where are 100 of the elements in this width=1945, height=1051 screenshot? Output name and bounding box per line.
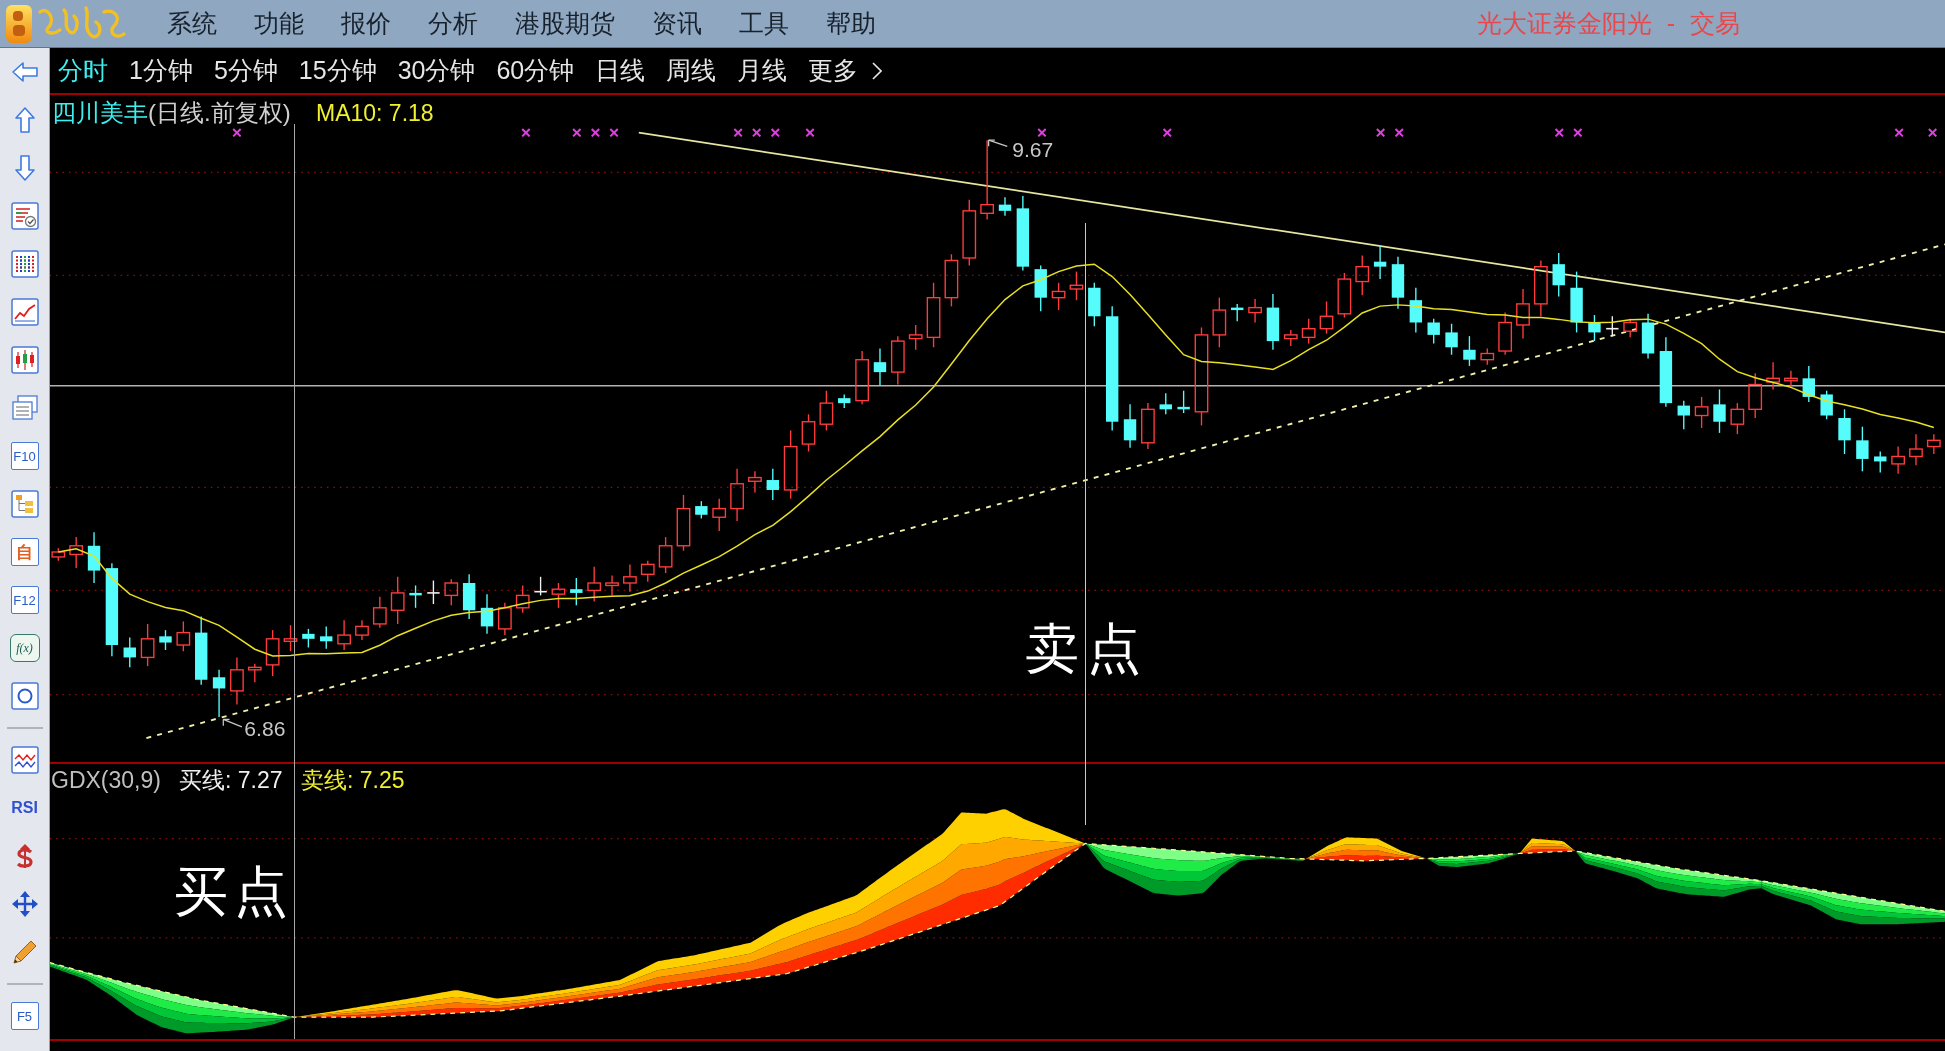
- candlestick: [320, 625, 333, 650]
- period-tab[interactable]: 月线: [737, 58, 788, 83]
- candlestick: [1283, 329, 1298, 347]
- candlestick: [623, 563, 637, 593]
- period-tab[interactable]: 1分钟: [129, 58, 193, 83]
- left-arrow-icon[interactable]: [10, 60, 39, 84]
- candlestick: [801, 413, 816, 453]
- candlestick: [587, 566, 602, 603]
- menu-item[interactable]: 分析: [428, 11, 478, 36]
- candlestick: [195, 615, 208, 686]
- candlestick: [1570, 270, 1583, 334]
- candlestick: [1159, 392, 1172, 415]
- candlestick: [1891, 445, 1905, 475]
- candlestick-icon[interactable]: [10, 346, 39, 374]
- period-tab[interactable]: 30分钟: [397, 58, 476, 83]
- toolbar-button[interactable]: 自: [10, 538, 39, 566]
- leader-arrow: [222, 718, 243, 728]
- indicator-name: GDX(30,9): [51, 768, 161, 792]
- candlestick: [1034, 264, 1047, 312]
- candlestick: [1141, 402, 1155, 450]
- toolbar-button[interactable]: F12: [10, 586, 39, 614]
- candlestick: [337, 619, 351, 651]
- period-tab[interactable]: 周线: [666, 58, 717, 83]
- move-icon[interactable]: [10, 890, 39, 918]
- candlestick: [1409, 287, 1423, 334]
- bullish-band: [1519, 838, 1576, 854]
- candlestick: [873, 347, 887, 387]
- candlestick: [1391, 256, 1405, 310]
- menu-item[interactable]: 港股期货: [515, 11, 615, 36]
- candlestick: [515, 584, 530, 614]
- toolbar-button[interactable]: F10: [10, 442, 39, 470]
- candlestick: [1748, 372, 1763, 419]
- candlestick: [1909, 433, 1923, 466]
- candlestick: [87, 531, 101, 584]
- signal-marker: [521, 128, 531, 138]
- period-tab[interactable]: 15分钟: [298, 58, 377, 83]
- candlestick: [409, 584, 422, 609]
- candlestick: [1498, 311, 1513, 356]
- candlestick: [176, 620, 191, 652]
- candlestick: [1766, 361, 1780, 391]
- stock-name: 四川美丰: [52, 101, 148, 125]
- candlestick: [1337, 272, 1352, 319]
- period-tab[interactable]: 分时: [58, 58, 108, 83]
- down-arrow-icon[interactable]: [12, 154, 37, 182]
- candlestick: [730, 468, 744, 522]
- menu-item[interactable]: 报价: [341, 11, 391, 36]
- candlestick: [676, 494, 691, 552]
- candlestick: [1123, 403, 1137, 449]
- report-icon[interactable]: [10, 202, 39, 230]
- toolbar-button[interactable]: RSI: [10, 796, 39, 820]
- candlestick: [444, 578, 459, 606]
- candlestick: [533, 576, 548, 597]
- menu-item[interactable]: 资讯: [652, 11, 702, 36]
- candlestick: [1926, 433, 1941, 455]
- candlestick: [1856, 426, 1869, 473]
- signal-marker: [590, 128, 601, 138]
- windows-icon[interactable]: [10, 394, 39, 422]
- candlestick: [1212, 297, 1227, 348]
- candlestick: [926, 282, 941, 348]
- toolbar-button[interactable]: F5: [10, 1002, 39, 1030]
- candlestick: [69, 536, 84, 569]
- candlestick: [1088, 282, 1101, 327]
- grid-icon[interactable]: [10, 250, 39, 278]
- wave-chart-icon[interactable]: [10, 746, 39, 774]
- signal-marker: [751, 128, 762, 138]
- candlestick: [1534, 259, 1548, 317]
- signal-marker: [1375, 128, 1386, 138]
- candlestick: [1874, 450, 1887, 474]
- signal-marker: [1554, 128, 1564, 138]
- menu-item[interactable]: 系统: [167, 11, 217, 36]
- candlestick: [1677, 399, 1690, 430]
- candlestick: [123, 636, 136, 669]
- candlestick: [1820, 390, 1833, 420]
- more-button[interactable]: 更多: [808, 58, 883, 83]
- candlestick: [570, 577, 583, 606]
- up-arrow-icon[interactable]: [12, 106, 37, 134]
- candlestick: [51, 547, 66, 562]
- menu-item[interactable]: 工具: [739, 11, 789, 36]
- signal-marker: [1573, 128, 1583, 138]
- candlestick: [766, 468, 779, 501]
- menu-item[interactable]: 帮助: [826, 11, 876, 36]
- period-tab[interactable]: 5分钟: [213, 58, 278, 83]
- candlestick: [1069, 270, 1084, 301]
- period-tab[interactable]: 日线: [595, 58, 646, 83]
- signal-marker: [1037, 128, 1047, 138]
- candlestick: [159, 629, 172, 651]
- line-chart-icon[interactable]: [10, 298, 39, 326]
- candlestick: [1445, 323, 1458, 356]
- chart-mode: (日线.前复权): [148, 101, 291, 125]
- pencil-icon[interactable]: [10, 938, 39, 966]
- window-title: 光大证券金阳光 - 交易: [1476, 11, 1740, 36]
- tree-icon[interactable]: [10, 490, 39, 518]
- period-tab[interactable]: 60分钟: [496, 58, 575, 83]
- candlestick: [1552, 252, 1565, 298]
- menu-item[interactable]: 功能: [254, 11, 304, 36]
- candlestick: [838, 393, 851, 409]
- candlestick: [1605, 315, 1620, 337]
- toolbar-button[interactable]: f(x): [9, 634, 40, 662]
- candlestick: [1463, 335, 1476, 367]
- high-price-label: 9.67: [1012, 138, 1054, 162]
